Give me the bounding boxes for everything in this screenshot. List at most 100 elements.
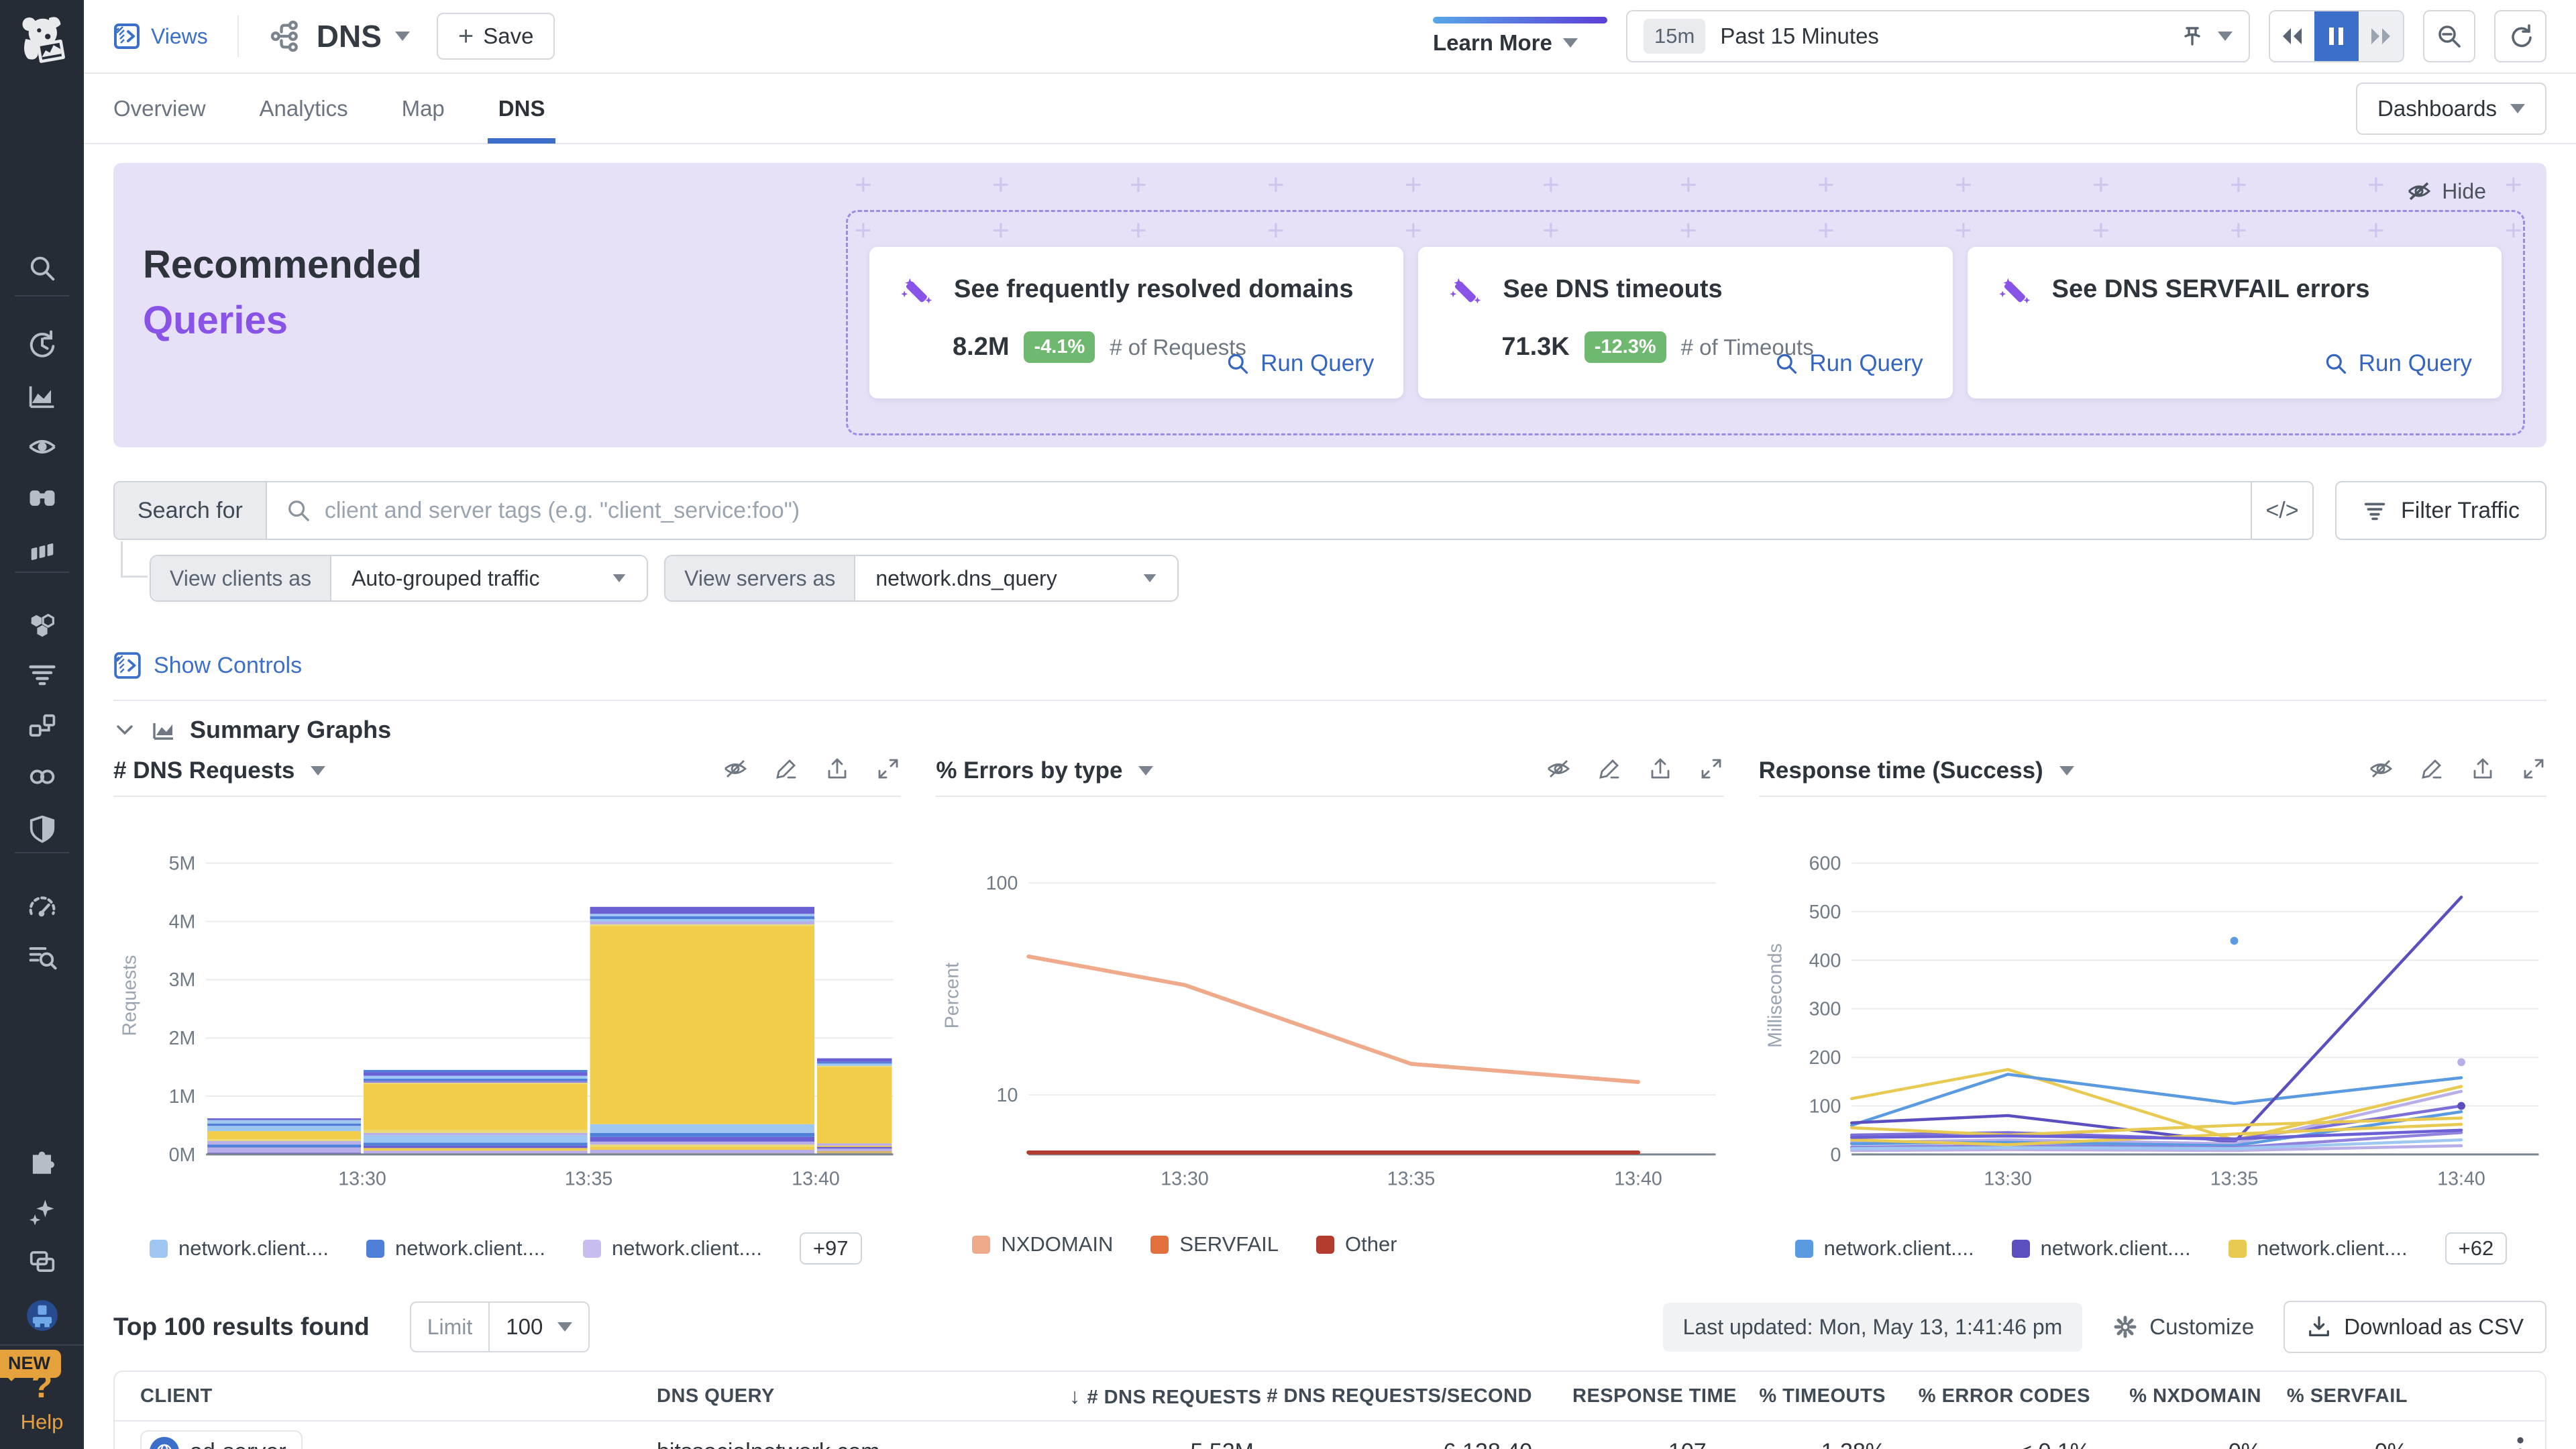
sidebar-item-history[interactable]: [0, 319, 84, 370]
sidebar-item-integrations[interactable]: [0, 1134, 84, 1185]
rewind-button[interactable]: [2270, 11, 2314, 61]
column-header--nxdomain[interactable]: % NXDOMAIN: [2090, 1385, 2261, 1407]
column-header-client[interactable]: CLIENT: [140, 1385, 657, 1407]
sidebar-item-pipelines[interactable]: [0, 751, 84, 802]
export-graph-icon[interactable]: [1648, 756, 1673, 785]
chart-area[interactable]: Requests0M1M2M3M4M5M13:3013:3513:40: [113, 797, 901, 1231]
hide-graph-icon[interactable]: [1546, 756, 1571, 785]
sidebar-item-dashboards[interactable]: [0, 525, 84, 576]
legend-item[interactable]: network.client....: [1795, 1236, 1974, 1260]
search-input[interactable]: [267, 482, 2251, 539]
legend-item[interactable]: network.client....: [366, 1236, 545, 1260]
decor-plus: +: [2367, 168, 2385, 202]
edit-graph-icon[interactable]: [2419, 756, 2445, 785]
legend-more-badge[interactable]: +62: [2445, 1232, 2508, 1265]
column-header--timeouts[interactable]: % TIMEOUTS: [1737, 1385, 1886, 1407]
view-servers-as-select[interactable]: network.dns_query: [855, 556, 1177, 600]
summary-graphs-header[interactable]: Summary Graphs: [113, 716, 391, 744]
svg-text:10: 10: [997, 1085, 1018, 1106]
refresh-button[interactable]: [2494, 10, 2546, 62]
chart-title-dropdown[interactable]: # DNS Requests: [113, 757, 325, 784]
column-header--dns-requests[interactable]: ↓# DNS REQUESTS: [1069, 1384, 1254, 1409]
legend-swatch: [972, 1236, 990, 1254]
customize-button[interactable]: Customize: [2112, 1313, 2254, 1340]
client-chip[interactable]: ad-server: [140, 1430, 303, 1449]
tab-map[interactable]: Map: [402, 73, 445, 144]
run-query-button[interactable]: Run Query: [1226, 350, 1374, 377]
learn-more-dropdown[interactable]: Learn More: [1433, 17, 1607, 56]
sidebar-item-apm[interactable]: [0, 700, 84, 751]
sidebar-item-security[interactable]: [0, 804, 84, 855]
datadog-logo-icon[interactable]: [11, 9, 72, 71]
expand-graph-icon[interactable]: [1699, 756, 1724, 785]
column-header--error-codes[interactable]: % ERROR CODES: [1886, 1385, 2090, 1407]
sidebar-item-user-avatar[interactable]: [0, 1290, 84, 1341]
show-controls-button[interactable]: Show Controls: [113, 651, 302, 680]
code-view-button[interactable]: </>: [2251, 482, 2312, 539]
legend-item[interactable]: network.client....: [583, 1236, 762, 1260]
legend-swatch: [1795, 1240, 1813, 1258]
decor-plus: +: [1405, 168, 1422, 202]
hide-graph-icon[interactable]: [2368, 756, 2394, 785]
sidebar-item-search[interactable]: [0, 244, 84, 294]
sidebar-item-log-explorer[interactable]: [0, 932, 84, 983]
page-title-dropdown[interactable]: DNS: [268, 18, 410, 54]
chart-plot[interactable]: Milliseconds010020030040050060013:3013:3…: [1759, 797, 2546, 1231]
download-csv-button[interactable]: Download as CSV: [2284, 1301, 2546, 1353]
view-clients-as-select[interactable]: Auto-grouped traffic: [331, 556, 647, 600]
time-range-selector[interactable]: 15m Past 15 Minutes: [1626, 10, 2250, 62]
row-menu-button[interactable]: [2516, 1434, 2525, 1449]
hide-graph-icon[interactable]: [722, 756, 748, 785]
save-button[interactable]: + Save: [437, 13, 555, 60]
views-button[interactable]: Views: [113, 23, 208, 50]
forward-button[interactable]: [2359, 11, 2403, 61]
chart-plot[interactable]: Percent1010013:3013:3513:40: [936, 797, 1723, 1231]
pause-button[interactable]: [2314, 11, 2359, 61]
zoom-out-button[interactable]: [2423, 10, 2475, 62]
sidebar-item-workspaces[interactable]: [0, 1236, 84, 1287]
chart-plot[interactable]: Requests0M1M2M3M4M5M13:3013:3513:40: [113, 797, 901, 1231]
table-row[interactable]: ad-serverbitssocialnetwork.com5.52M6,128…: [115, 1421, 2545, 1449]
requests-value: 5.52M: [1191, 1439, 1254, 1449]
expand-graph-icon[interactable]: [875, 756, 901, 785]
column-header--servfail[interactable]: % SERVFAIL: [2261, 1385, 2408, 1407]
sidebar-item-binoculars[interactable]: [0, 472, 84, 523]
error-codes-value: < 0.1%: [2019, 1439, 2090, 1449]
search-text-field[interactable]: [325, 498, 2232, 524]
svg-text:13:30: 13:30: [1161, 1168, 1210, 1189]
column-header--dns-requests-second[interactable]: # DNS REQUESTS/SECOND: [1254, 1385, 1532, 1407]
chart-area[interactable]: Percent1010013:3013:3513:40: [936, 797, 1723, 1231]
dashboards-dropdown[interactable]: Dashboards: [2356, 83, 2546, 135]
column-header-dns-query[interactable]: DNS QUERY: [657, 1385, 1069, 1407]
run-query-button[interactable]: Run Query: [1774, 350, 1923, 377]
sidebar-item-monitors[interactable]: [0, 881, 84, 932]
sidebar-item-infrastructure[interactable]: [0, 600, 84, 651]
sidebar-item-ai-sparkle[interactable]: [0, 1187, 84, 1238]
sidebar-item-logs[interactable]: [0, 649, 84, 700]
chart-area[interactable]: Milliseconds010020030040050060013:3013:3…: [1759, 797, 2546, 1231]
legend-item[interactable]: SERVFAIL: [1150, 1232, 1279, 1256]
tab-dns[interactable]: DNS: [498, 73, 545, 144]
legend-item[interactable]: network.client....: [2229, 1236, 2408, 1260]
tab-overview[interactable]: Overview: [113, 73, 206, 144]
hide-button[interactable]: Hide: [2406, 178, 2486, 205]
tab-analytics[interactable]: Analytics: [260, 73, 348, 144]
export-graph-icon[interactable]: [824, 756, 850, 785]
expand-graph-icon[interactable]: [2521, 756, 2546, 785]
sidebar-item-watchdog[interactable]: [0, 421, 84, 472]
edit-graph-icon[interactable]: [1597, 756, 1622, 785]
legend-item[interactable]: Other: [1316, 1232, 1397, 1256]
run-query-button[interactable]: Run Query: [2324, 350, 2472, 377]
legend-more-badge[interactable]: +97: [800, 1232, 862, 1265]
export-graph-icon[interactable]: [2470, 756, 2496, 785]
column-header-response-time[interactable]: RESPONSE TIME: [1532, 1385, 1737, 1407]
limit-select[interactable]: 100: [490, 1303, 588, 1351]
legend-item[interactable]: NXDOMAIN: [972, 1232, 1113, 1256]
chart-title-dropdown[interactable]: Response time (Success): [1759, 757, 2074, 784]
edit-graph-icon[interactable]: [773, 756, 799, 785]
legend-item[interactable]: network.client....: [2012, 1236, 2191, 1260]
legend-item[interactable]: network.client....: [150, 1236, 329, 1260]
chart-title-dropdown[interactable]: % Errors by type: [936, 757, 1153, 784]
filter-traffic-button[interactable]: Filter Traffic: [2335, 481, 2546, 540]
sidebar-item-metrics[interactable]: [0, 370, 84, 421]
